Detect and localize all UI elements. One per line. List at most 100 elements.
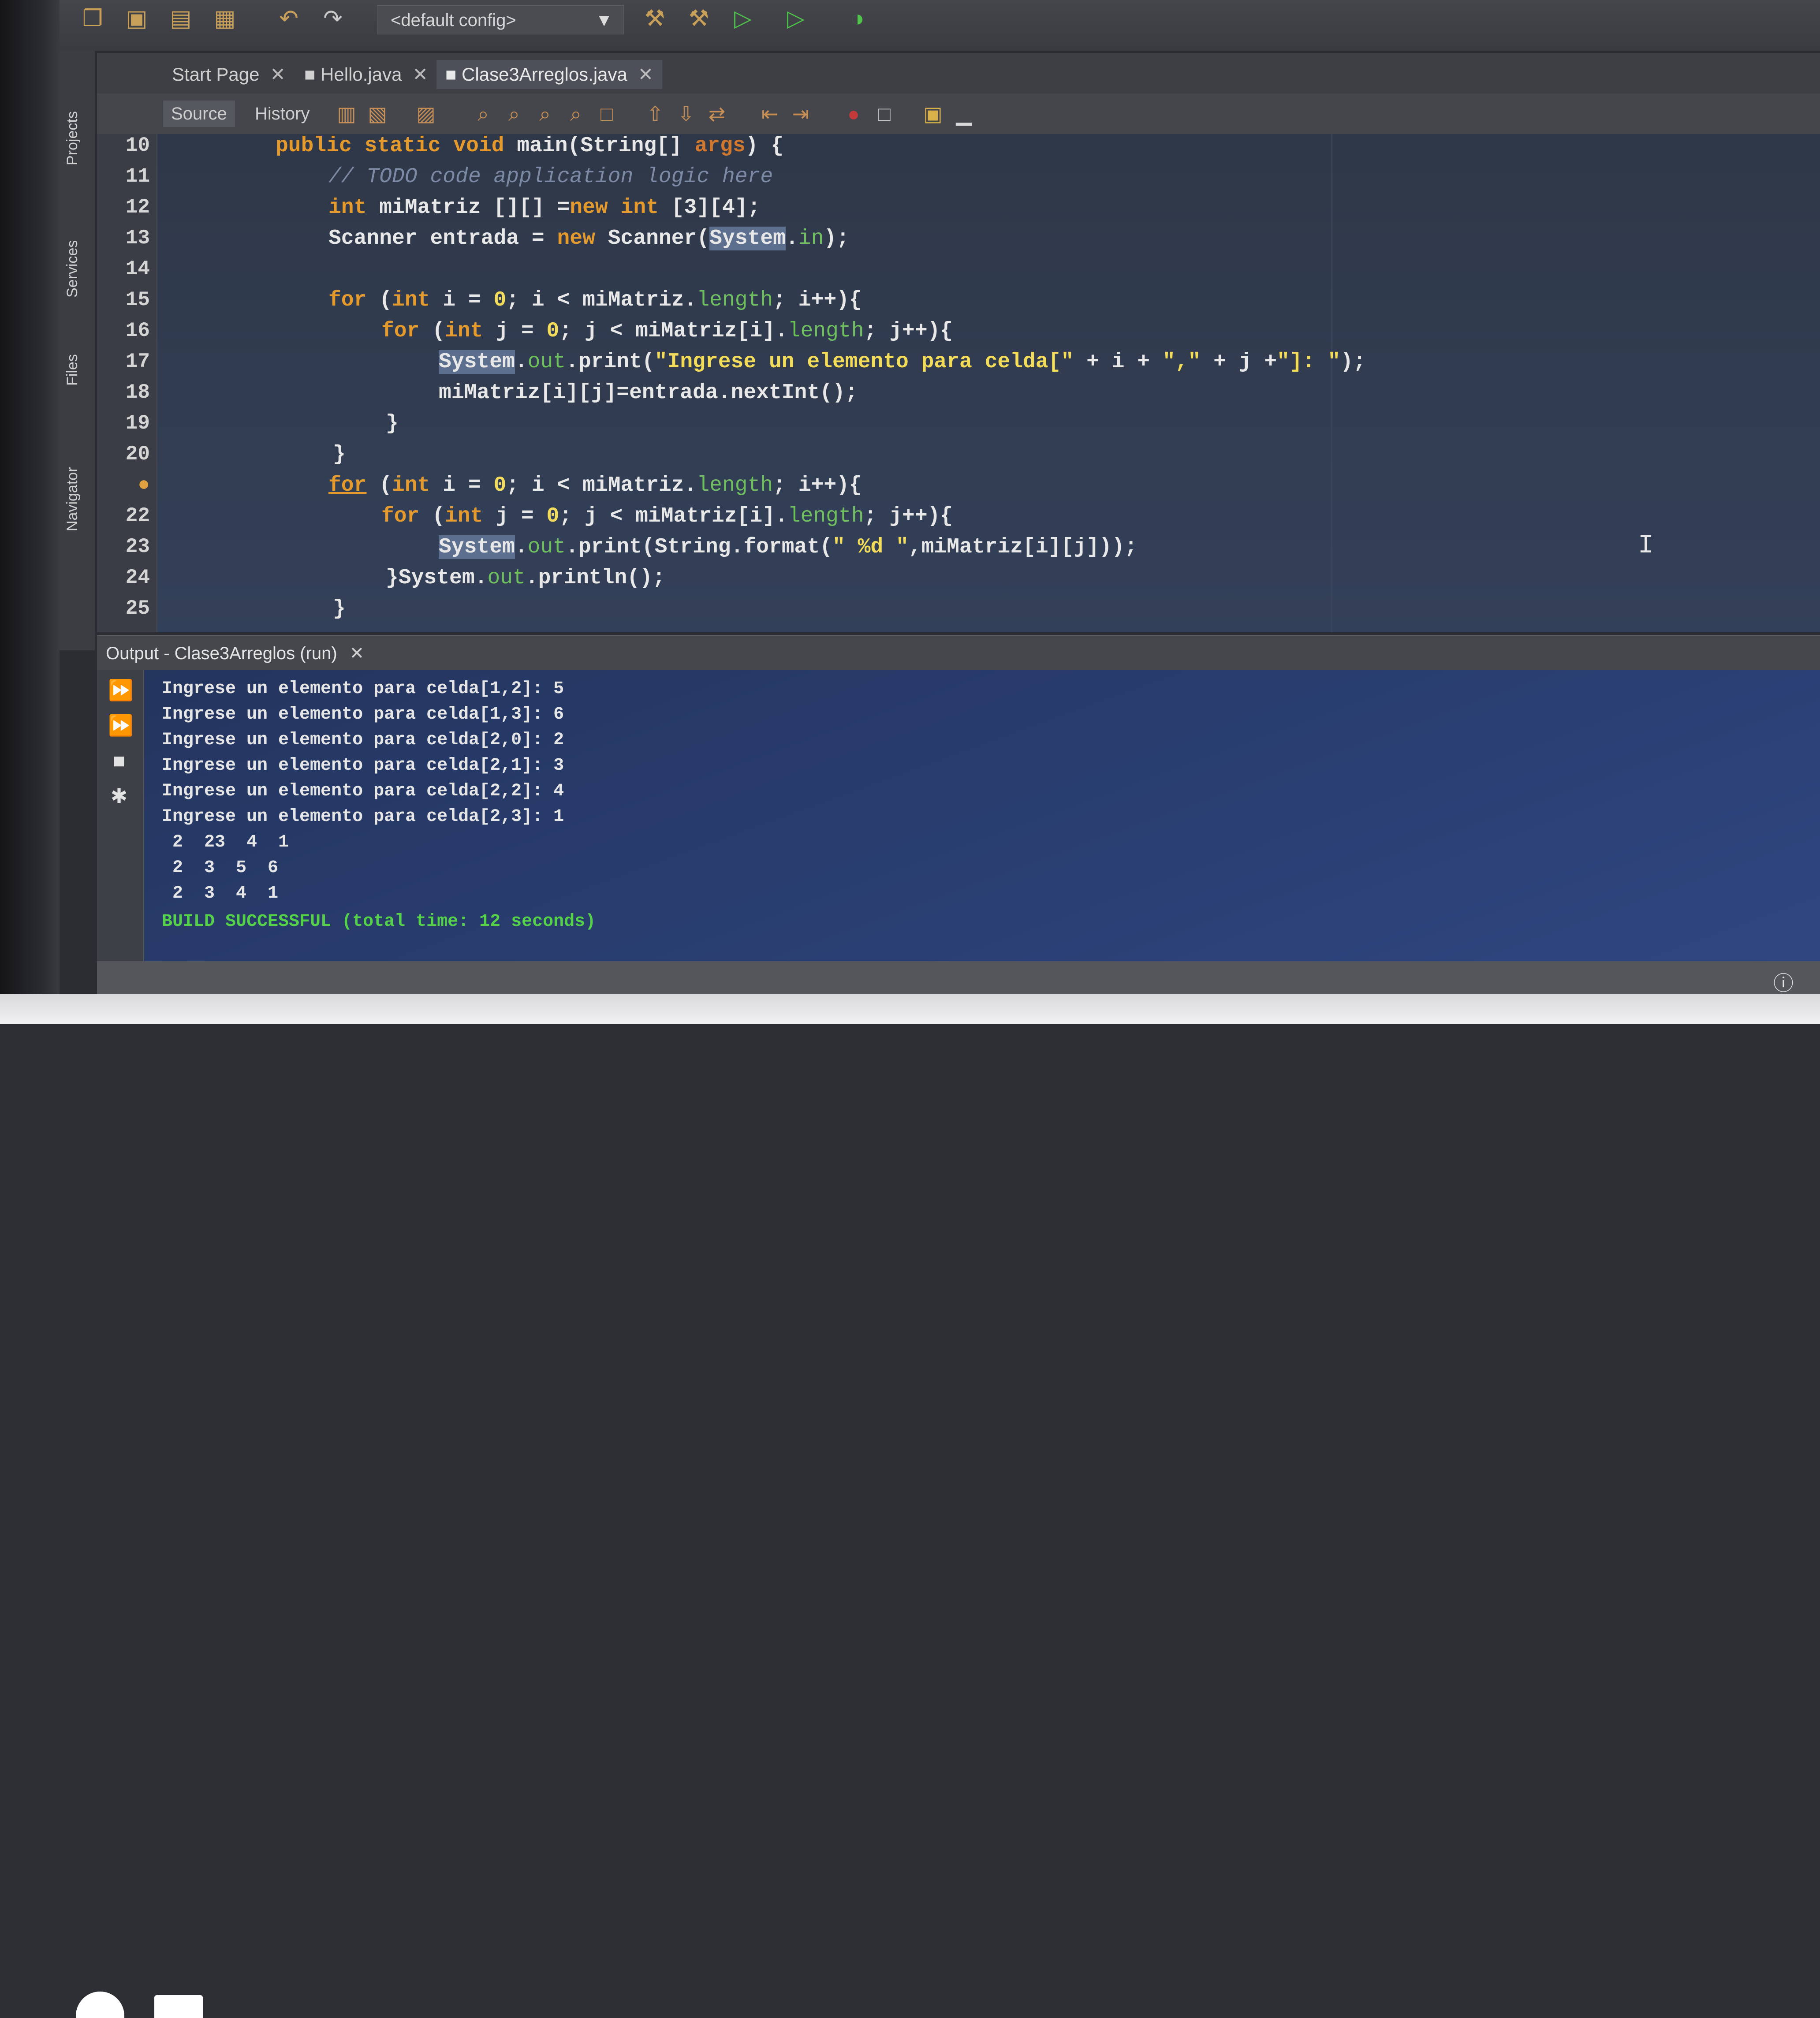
- config-select-value: <default config>: [391, 11, 516, 30]
- tab-label: Start Page: [172, 64, 260, 85]
- line-number: 18: [125, 381, 150, 404]
- code-line-25: }: [333, 597, 346, 621]
- code-line-12: int miMatriz [][] =new int [3][4];: [328, 196, 761, 220]
- profile-icon[interactable]: ◑: [844, 5, 871, 32]
- line-number: 25: [125, 597, 150, 620]
- taskbar-item[interactable]: [154, 1995, 203, 2018]
- output-console[interactable]: Ingrese un elemento para celda[1,2]: 5 I…: [144, 670, 1820, 961]
- code-line-24: }System.out.println();: [386, 566, 665, 590]
- find-previous-icon[interactable]: ⌕: [503, 102, 526, 125]
- code-line-18: miMatriz[i][j]=entrada.nextInt();: [439, 381, 858, 405]
- code-line-15: for (int i = 0; i < miMatriz.length; i++…: [328, 288, 862, 312]
- code-line-13: Scanner entrada = new Scanner(System.in)…: [328, 227, 849, 250]
- settings-icon[interactable]: ✱: [108, 785, 130, 807]
- output-actions: ⏩ ⏩ ■ ✱: [97, 670, 144, 961]
- config-select[interactable]: <default config> ▼: [377, 5, 624, 34]
- code-line-11: // TODO code application logic here: [328, 165, 773, 189]
- error-marker-icon[interactable]: ●: [101, 474, 150, 496]
- output-title: Output - Clase3Arreglos (run): [106, 644, 337, 663]
- line-number: 12: [125, 196, 150, 219]
- shift-right-icon[interactable]: ⇥: [789, 102, 812, 125]
- redo-icon[interactable]: ↷: [320, 5, 346, 32]
- side-tabs: Projects Services Files Navigator: [60, 51, 95, 650]
- close-icon[interactable]: ✕: [412, 64, 428, 85]
- rerun-icon[interactable]: ⏩: [108, 679, 133, 701]
- taskbar: [0, 994, 1820, 2018]
- output-line: Ingrese un elemento para celda[2,3]: 1: [162, 807, 564, 827]
- right-margin-guide: [1331, 134, 1332, 632]
- tab-label: Clase3Arreglos.java: [462, 64, 627, 85]
- tab-start-page[interactable]: Start Page ✕: [163, 60, 295, 89]
- tab-clase3arreglos-java[interactable]: ■ Clase3Arreglos.java ✕: [436, 60, 663, 89]
- line-number: 22: [125, 504, 150, 527]
- back-icon[interactable]: ▧: [366, 102, 389, 125]
- uncomment-icon[interactable]: ▁: [952, 102, 975, 125]
- previous-bookmark-icon[interactable]: ⇧: [644, 102, 667, 125]
- close-icon[interactable]: ✕: [638, 64, 653, 85]
- last-edit-icon[interactable]: ▥: [335, 102, 358, 125]
- output-line: Ingrese un elemento para celda[2,0]: 2: [162, 730, 564, 750]
- debug-icon[interactable]: ▷: [783, 5, 809, 32]
- code-line-10: public static void main(String[] args) {: [276, 134, 784, 158]
- run-icon[interactable]: ▷: [730, 5, 756, 32]
- forward-icon[interactable]: ▨: [414, 102, 437, 125]
- undo-icon[interactable]: ↶: [276, 5, 302, 32]
- open-project-icon[interactable]: ▤: [168, 5, 194, 32]
- build-icon[interactable]: ⚒: [641, 5, 668, 32]
- toggle-search-icon[interactable]: □: [595, 102, 618, 125]
- find-next-icon[interactable]: ⌕: [533, 102, 556, 125]
- code-line-17: System.out.print("Ingrese un elemento pa…: [439, 350, 1366, 374]
- start-button[interactable]: [76, 1992, 124, 2018]
- next-bookmark-icon[interactable]: ⇩: [675, 102, 697, 125]
- side-tab-navigator[interactable]: Navigator: [64, 467, 81, 531]
- find-icon[interactable]: ⌕: [472, 102, 495, 125]
- build-result: BUILD SUCCESSFUL (total time: 12 seconds…: [162, 912, 596, 932]
- java-file-icon: ■: [445, 64, 462, 85]
- side-tab-services[interactable]: Services: [64, 240, 81, 298]
- notifications-icon[interactable]: ⓘ: [1773, 967, 1794, 996]
- shift-left-icon[interactable]: ⇤: [758, 102, 781, 125]
- code-line-20: }: [333, 443, 346, 466]
- stop-icon[interactable]: ■: [108, 750, 130, 772]
- output-line: Ingrese un elemento para celda[1,2]: 5: [162, 679, 564, 699]
- line-number: 10: [125, 134, 150, 157]
- code-line-21: for (int i = 0; i < miMatriz.length; i++…: [328, 474, 862, 497]
- toggle-bookmark-icon[interactable]: ⇄: [705, 102, 728, 125]
- tab-hello-java[interactable]: ■ Hello.java ✕: [295, 60, 437, 89]
- line-number: 20: [125, 443, 150, 466]
- close-icon[interactable]: ✕: [350, 644, 365, 663]
- line-number: 11: [125, 165, 150, 188]
- tab-output[interactable]: Output - Clase3Arreglos (run) ✕: [106, 641, 364, 666]
- line-number: 13: [125, 227, 150, 250]
- save-all-icon[interactable]: ▦: [212, 5, 238, 32]
- toggle-highlight-icon[interactable]: ⌕: [564, 102, 587, 125]
- status-bar: ⓘ: [97, 961, 1820, 996]
- side-tab-projects[interactable]: Projects: [64, 111, 81, 165]
- line-number: 24: [125, 566, 150, 589]
- rerun-with-options-icon[interactable]: ⏩: [108, 714, 133, 736]
- output-line: 2 23 4 1: [162, 832, 289, 852]
- new-file-icon[interactable]: ❐: [79, 5, 106, 32]
- code-editor[interactable]: 10 11 12 13 14 15 16 17 18 19 20 ● 22 23…: [97, 134, 1820, 632]
- line-number: 17: [125, 350, 150, 373]
- output-line: Ingrese un elemento para celda[2,2]: 4: [162, 781, 564, 801]
- output-line: Ingrese un elemento para celda[1,3]: 6: [162, 705, 564, 724]
- new-project-icon[interactable]: ▣: [123, 5, 150, 32]
- code-line-22: for (int j = 0; j < miMatriz[i].length; …: [381, 504, 953, 528]
- record-macro-icon[interactable]: ●: [842, 102, 865, 125]
- comment-icon[interactable]: ▣: [921, 102, 944, 125]
- tab-history[interactable]: History: [247, 101, 317, 127]
- editor-tabbar: Start Page ✕ ■ Hello.java ✕ ■ Clase3Arregl…: [97, 53, 1820, 93]
- tab-source[interactable]: Source: [163, 101, 235, 127]
- output-panel-header: Output - Clase3Arreglos (run) ✕: [97, 635, 1820, 671]
- side-tab-files[interactable]: Files: [64, 354, 81, 386]
- monitor-bezel: [0, 0, 60, 1024]
- chevron-down-icon: ▼: [595, 11, 613, 30]
- code-line-23: System.out.print(String.format(" %d ",mi…: [439, 535, 1138, 559]
- line-number: 23: [125, 535, 150, 558]
- output-line: 2 3 5 6: [162, 858, 279, 878]
- clean-build-icon[interactable]: ⚒: [686, 5, 712, 32]
- close-icon[interactable]: ✕: [270, 64, 285, 85]
- line-number: 15: [125, 288, 150, 311]
- stop-macro-icon[interactable]: □: [873, 102, 896, 125]
